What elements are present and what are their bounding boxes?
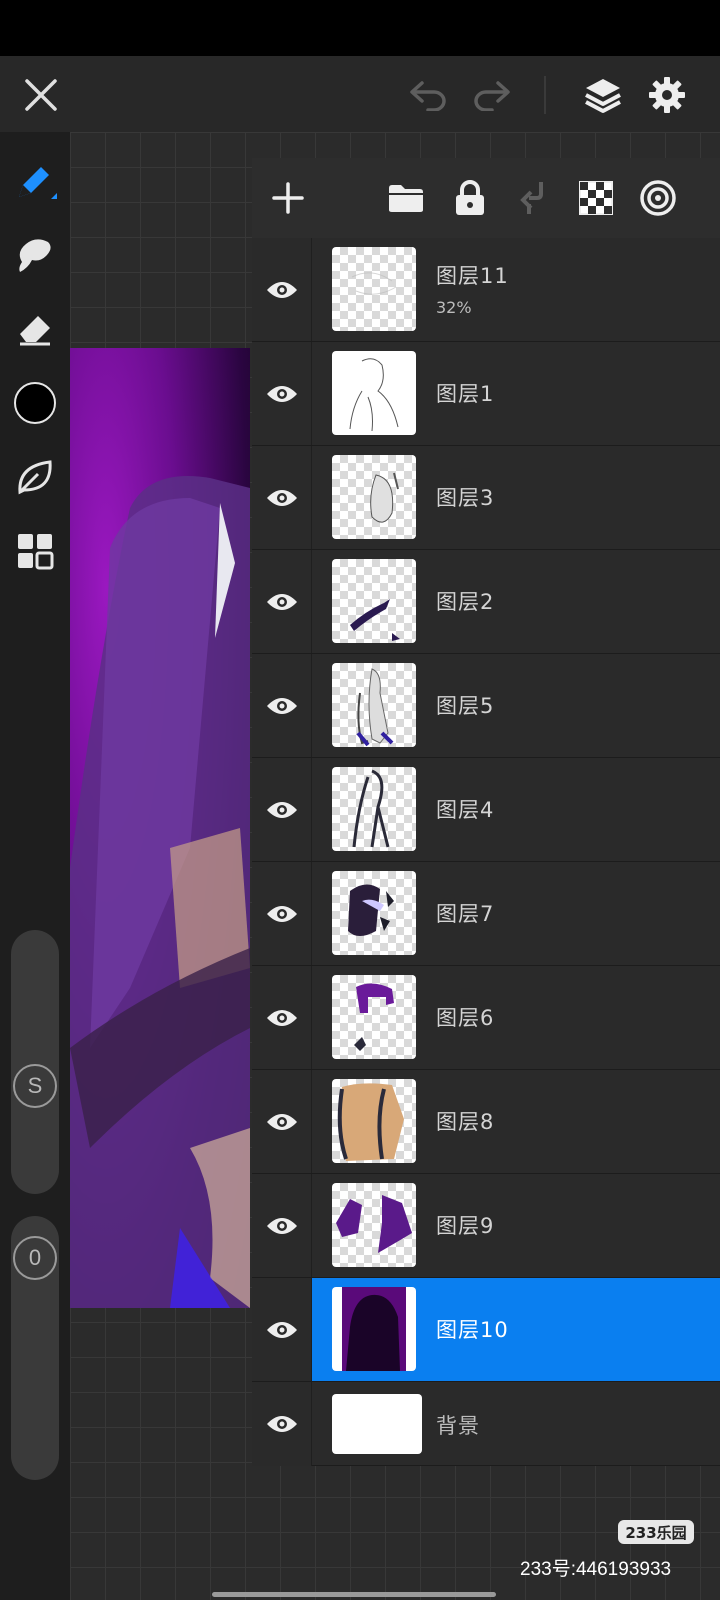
folder-icon[interactable] bbox=[382, 174, 430, 222]
layer-thumbnail bbox=[332, 559, 416, 643]
visibility-eye-icon[interactable] bbox=[252, 1382, 312, 1466]
navigation-handle[interactable] bbox=[212, 1592, 496, 1597]
left-toolbar: S 0 bbox=[0, 132, 70, 1600]
layer-row[interactable]: 图层11 32% bbox=[252, 238, 720, 342]
lock-icon[interactable] bbox=[446, 174, 494, 222]
layers-panel-toolbar bbox=[252, 158, 720, 238]
watermark-id: 233号:446193933 bbox=[520, 1559, 672, 1580]
layer-thumbnail bbox=[332, 351, 416, 435]
artwork-canvas[interactable] bbox=[70, 348, 250, 1308]
layer-list: 图层11 32% 图层1 图层3 图层2 图层5 图层4 图层7 图层6 图层8… bbox=[252, 238, 720, 1466]
layer-thumbnail bbox=[332, 1394, 422, 1454]
watermark-logo: 233乐园 bbox=[618, 1520, 694, 1544]
layer-row[interactable]: 图层5 bbox=[252, 654, 720, 758]
layer-main[interactable]: 图层8 bbox=[312, 1070, 720, 1173]
layer-thumbnail bbox=[332, 247, 416, 331]
layer-main[interactable]: 背景 bbox=[312, 1382, 720, 1466]
layer-name: 背景 bbox=[436, 1414, 480, 1438]
gear-icon[interactable] bbox=[642, 70, 692, 120]
layer-main[interactable]: 图层7 bbox=[312, 862, 720, 965]
layer-opacity: 32% bbox=[436, 298, 472, 317]
layer-name: 图层3 bbox=[436, 486, 495, 510]
smudge-tool[interactable] bbox=[10, 230, 60, 280]
layer-row[interactable]: 背景 bbox=[252, 1382, 720, 1466]
visibility-eye-icon[interactable] bbox=[252, 238, 312, 341]
status-bar bbox=[0, 0, 720, 56]
layer-row[interactable]: 图层1 bbox=[252, 342, 720, 446]
eraser-icon[interactable] bbox=[10, 304, 60, 354]
layer-row[interactable]: 图层7 bbox=[252, 862, 720, 966]
visibility-eye-icon[interactable] bbox=[252, 1278, 312, 1381]
layer-name: 图层2 bbox=[436, 590, 495, 614]
layer-main[interactable]: 图层9 bbox=[312, 1174, 720, 1277]
visibility-eye-icon[interactable] bbox=[252, 1070, 312, 1173]
layer-main[interactable]: 图层10 bbox=[312, 1278, 720, 1381]
layer-thumbnail bbox=[332, 975, 416, 1059]
layer-thumbnail bbox=[332, 455, 416, 539]
layer-main[interactable]: 图层3 bbox=[312, 446, 720, 549]
visibility-eye-icon[interactable] bbox=[252, 550, 312, 653]
layer-main[interactable]: 图层4 bbox=[312, 758, 720, 861]
layer-name: 图层1 bbox=[436, 382, 495, 406]
layer-name: 图层6 bbox=[436, 1006, 495, 1030]
layers-panel: 图层11 32% 图层1 图层3 图层2 图层5 图层4 图层7 图层6 图层8… bbox=[252, 158, 720, 1466]
layer-main[interactable]: 图层11 32% bbox=[312, 238, 720, 341]
redo-icon[interactable] bbox=[468, 72, 516, 118]
layer-row[interactable]: 图层8 bbox=[252, 1070, 720, 1174]
layer-main[interactable]: 图层6 bbox=[312, 966, 720, 1069]
visibility-eye-icon[interactable] bbox=[252, 1174, 312, 1277]
size-slider-label: S bbox=[27, 1073, 43, 1098]
layer-thumbnail bbox=[332, 871, 416, 955]
transparency-icon[interactable] bbox=[572, 174, 620, 222]
visibility-eye-icon[interactable] bbox=[252, 758, 312, 861]
layer-thumbnail bbox=[332, 767, 416, 851]
layer-row[interactable]: 图层3 bbox=[252, 446, 720, 550]
layer-row[interactable]: 图层4 bbox=[252, 758, 720, 862]
layer-row[interactable]: 图层6 bbox=[252, 966, 720, 1070]
layer-row-selected[interactable]: 图层10 bbox=[252, 1278, 720, 1382]
blend-mode-icon[interactable] bbox=[634, 174, 682, 222]
close-icon[interactable] bbox=[18, 72, 64, 118]
layer-row[interactable]: 图层9 bbox=[252, 1174, 720, 1278]
top-bar bbox=[0, 56, 720, 132]
layer-name: 图层9 bbox=[436, 1214, 495, 1238]
opacity-slider-knob[interactable]: 0 bbox=[13, 1236, 57, 1280]
add-layer-icon[interactable] bbox=[264, 174, 312, 222]
layer-main[interactable]: 图层5 bbox=[312, 654, 720, 757]
layer-thumbnail bbox=[332, 663, 416, 747]
pencil-tool[interactable] bbox=[10, 156, 60, 206]
opacity-slider-label: 0 bbox=[28, 1245, 42, 1270]
color-swatch[interactable] bbox=[10, 378, 60, 428]
merge-down-icon[interactable] bbox=[510, 174, 558, 222]
visibility-eye-icon[interactable] bbox=[252, 342, 312, 445]
layer-main[interactable]: 图层1 bbox=[312, 342, 720, 445]
size-slider-knob[interactable]: S bbox=[13, 1064, 57, 1108]
layer-name: 图层4 bbox=[436, 798, 495, 822]
grid-icon[interactable] bbox=[10, 526, 60, 576]
layers-icon[interactable] bbox=[578, 70, 628, 120]
layer-name: 图层11 bbox=[436, 264, 509, 288]
layer-name: 图层5 bbox=[436, 694, 495, 718]
layer-row[interactable]: 图层2 bbox=[252, 550, 720, 654]
visibility-eye-icon[interactable] bbox=[252, 966, 312, 1069]
size-slider[interactable] bbox=[11, 930, 59, 1194]
layer-thumbnail bbox=[332, 1079, 416, 1163]
layer-main[interactable]: 图层2 bbox=[312, 550, 720, 653]
toolbar-divider bbox=[544, 76, 546, 114]
visibility-eye-icon[interactable] bbox=[252, 446, 312, 549]
undo-icon[interactable] bbox=[404, 72, 452, 118]
leaf-icon[interactable] bbox=[10, 452, 60, 502]
layer-name: 图层8 bbox=[436, 1110, 495, 1134]
layer-thumbnail bbox=[332, 1287, 416, 1371]
visibility-eye-icon[interactable] bbox=[252, 862, 312, 965]
layer-name: 图层7 bbox=[436, 902, 495, 926]
visibility-eye-icon[interactable] bbox=[252, 654, 312, 757]
layer-name: 图层10 bbox=[436, 1318, 509, 1342]
layer-thumbnail bbox=[332, 1183, 416, 1267]
